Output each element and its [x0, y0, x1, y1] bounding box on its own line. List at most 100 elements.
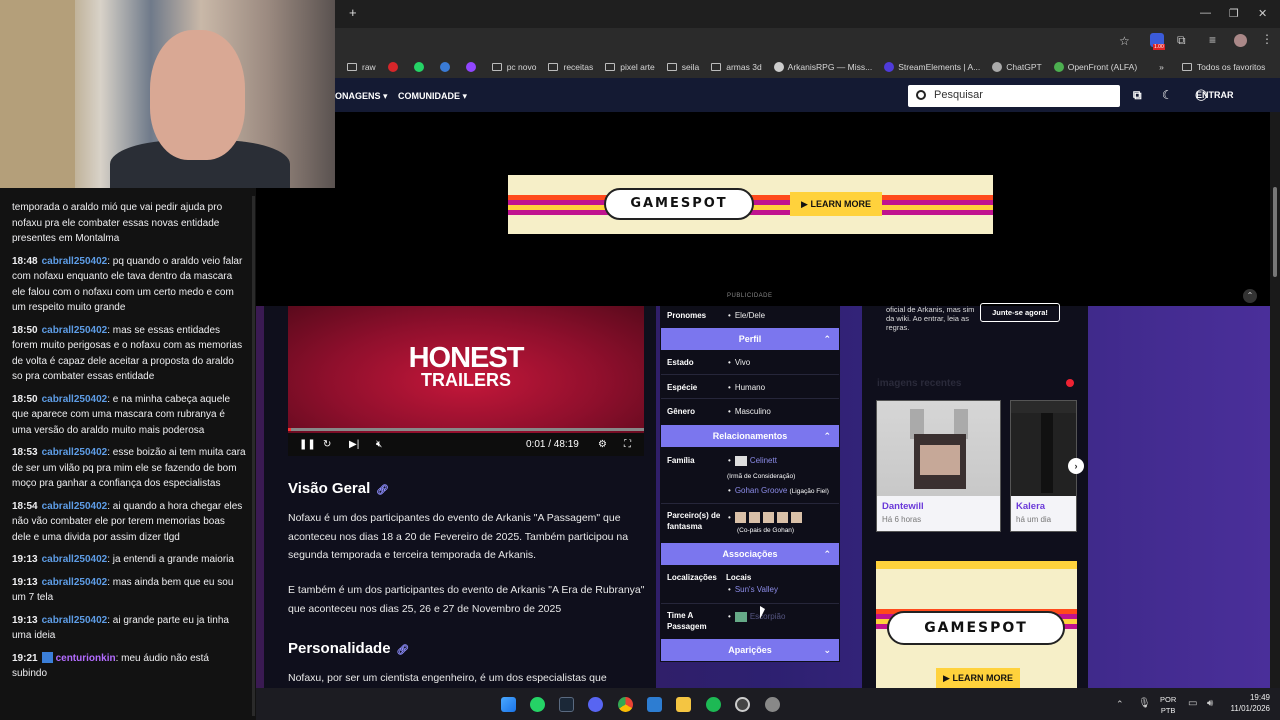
learn-more-button[interactable]: ▶ LEARN MORE: [790, 192, 882, 216]
recent-image-thumbnail: [1011, 401, 1076, 496]
theme-moon-icon[interactable]: ☾: [1162, 88, 1173, 102]
scrollbar-thumb[interactable]: [1273, 187, 1277, 277]
familia-2-note: (Ligação Fiel): [789, 488, 829, 495]
bookmark-item[interactable]: seila: [666, 62, 700, 72]
bookmark-item[interactable]: [465, 62, 480, 72]
join-now-button[interactable]: Junte-se agora!: [980, 303, 1060, 322]
search-input[interactable]: Pesquisar: [908, 85, 1120, 107]
media-icon[interactable]: ≡: [1209, 33, 1216, 47]
new-tab-button[interactable]: +: [349, 5, 357, 20]
chevron-up-icon[interactable]: ⌃: [1243, 289, 1257, 303]
all-favorites-folder[interactable]: Todos os favoritos: [1181, 62, 1265, 72]
link-icon[interactable]: 🔗︎: [397, 645, 410, 656]
notification-badge: [1066, 379, 1074, 387]
bookmark-item[interactable]: StreamElements | A...: [884, 62, 980, 72]
bookmark-item[interactable]: receitas: [548, 62, 593, 72]
network-icon[interactable]: ▭: [1188, 698, 1197, 709]
kebab-menu-icon[interactable]: ⋮: [1261, 32, 1273, 46]
chat-timestamp: 19:13: [12, 554, 38, 565]
chat-username[interactable]: cabrall250402: [42, 256, 108, 267]
time-link-escorpiao[interactable]: Escorpião: [750, 612, 786, 621]
infobox-section-aparicoes[interactable]: Aparições ⌄: [661, 639, 839, 661]
bookmark-item[interactable]: OpenFront (ALFA): [1053, 62, 1137, 72]
chrome-icon[interactable]: [618, 697, 633, 712]
gamespot-side-ad[interactable]: GAMESPOT ▶ LEARN MORE: [876, 561, 1077, 688]
taskbar-clock[interactable]: 19:49 11/01/2026: [1226, 692, 1270, 714]
minimize-icon[interactable]: —: [1200, 7, 1211, 19]
discussions-icon[interactable]: ⧉: [1133, 88, 1142, 103]
obs-icon[interactable]: [735, 697, 750, 712]
familia-link-gohan[interactable]: Gohan Groove: [735, 486, 787, 495]
local-link-suns-valley[interactable]: Sun's Valley: [735, 585, 778, 594]
recent-image-card[interactable]: Kalera há um dia: [1010, 400, 1077, 532]
discord-icon[interactable]: [588, 697, 603, 712]
character-heads-icon: [734, 512, 803, 523]
fullscreen-icon[interactable]: ⛶: [624, 439, 631, 450]
input-language[interactable]: POR PTB: [1160, 694, 1176, 716]
chevron-right-icon[interactable]: ›: [1068, 458, 1084, 474]
next-icon[interactable]: ▶|: [349, 439, 359, 450]
infobox-section-relacionamentos[interactable]: Relacionamentos ⌃: [661, 425, 839, 447]
login-button[interactable]: ENTRAR: [1196, 90, 1234, 100]
page-scrollbar[interactable]: [1270, 112, 1280, 688]
video-seek-bar[interactable]: [288, 428, 644, 431]
bookmark-item[interactable]: armas 3d: [711, 62, 762, 72]
volume-icon[interactable]: 🔊︎: [1207, 698, 1213, 709]
chat-username[interactable]: cabrall250402: [42, 501, 108, 512]
bookmark-item[interactable]: [413, 62, 428, 72]
microphone-icon[interactable]: 🎙︎: [1138, 698, 1151, 709]
learn-more-button[interactable]: ▶ LEARN MORE: [936, 668, 1020, 688]
infobox-section-perfil[interactable]: Perfil ⌃: [661, 328, 839, 350]
whatsapp-icon[interactable]: [530, 697, 545, 712]
nav-personagens[interactable]: ONAGENS ▾: [335, 91, 388, 102]
recent-images-title: imagens recentes: [877, 378, 962, 389]
link-icon[interactable]: 🔗︎: [376, 485, 389, 496]
bookmark-item[interactable]: [439, 62, 454, 72]
settings-gear-icon[interactable]: [765, 697, 780, 712]
bookmark-item[interactable]: pixel arte: [605, 62, 655, 72]
bookmark-item[interactable]: ChatGPT: [992, 62, 1042, 72]
recent-image-name[interactable]: Kalera: [1016, 501, 1071, 512]
chat-username[interactable]: cabrall250402: [42, 554, 108, 565]
chat-message: 18:48 cabrall250402: pq quando o araldo v…: [12, 254, 246, 316]
settings-gear-icon[interactable]: ⚙: [598, 439, 607, 450]
bookmark-item[interactable]: ArkanisRPG — Miss...: [773, 62, 872, 72]
spotify-icon[interactable]: [706, 697, 721, 712]
recent-image-name[interactable]: Dantewill: [882, 501, 995, 512]
chat-username[interactable]: cabrall250402: [42, 394, 108, 405]
bookmark-item[interactable]: pc novo: [491, 62, 536, 72]
chat-username[interactable]: cabrall250402: [42, 577, 108, 588]
gamespot-banner-ad[interactable]: GAMESPOT ▶ LEARN MORE: [508, 175, 993, 234]
bookmark-item[interactable]: [387, 62, 402, 72]
close-icon[interactable]: ✕: [1258, 7, 1267, 20]
chat-username[interactable]: cabrall250402: [42, 325, 108, 336]
bookmark-label: StreamElements | A...: [898, 62, 981, 72]
restore-icon[interactable]: ❐: [1229, 7, 1239, 20]
mute-icon[interactable]: 🔇︎: [376, 439, 382, 450]
chat-username[interactable]: centurionkin: [56, 653, 116, 664]
steam-icon[interactable]: [559, 697, 574, 712]
bookmark-label: seila: [681, 62, 700, 72]
favicon-icon: [773, 62, 784, 72]
replay-icon[interactable]: ↻: [323, 439, 331, 450]
photos-icon[interactable]: [647, 697, 662, 712]
chat-scrollbar[interactable]: [252, 196, 255, 716]
chat-message: temporada o araldo mió que vai pedir aju…: [12, 200, 246, 247]
folder-icon: [491, 63, 502, 71]
star-icon[interactable]: ☆: [1119, 34, 1130, 48]
infobox-section-associacoes[interactable]: Associações ⌃: [661, 543, 839, 565]
chat-username[interactable]: cabrall250402: [42, 447, 108, 458]
bookmarks-overflow-button[interactable]: »: [1159, 62, 1164, 72]
team-icon: [734, 612, 747, 622]
puzzle-icon[interactable]: ⧉: [1177, 33, 1186, 48]
bookmark-item[interactable]: raw: [347, 62, 376, 72]
familia-link-celinett[interactable]: Celinett: [750, 456, 777, 465]
avatar[interactable]: [1234, 34, 1247, 47]
nav-comunidade[interactable]: COMUNIDADE ▾: [398, 91, 467, 102]
tray-chevron-up-icon[interactable]: ⌃: [1116, 699, 1124, 710]
recent-image-card[interactable]: Dantewill Há 6 horas: [876, 400, 1001, 532]
pause-icon[interactable]: ❚❚: [299, 439, 316, 450]
chat-username[interactable]: cabrall250402: [42, 615, 108, 626]
windows-start-icon[interactable]: [501, 697, 516, 712]
file-explorer-icon[interactable]: [676, 697, 691, 712]
